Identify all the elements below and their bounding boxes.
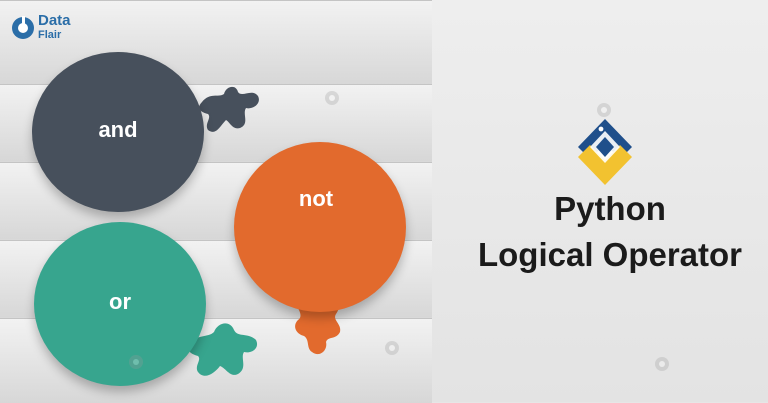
or-label: or	[109, 289, 131, 314]
watermark	[384, 336, 454, 366]
dataflair-logo-icon	[12, 16, 34, 39]
dataflair-watermark-icon	[655, 357, 669, 371]
python-logo-icon	[578, 119, 632, 185]
dataflair-watermark-icon	[325, 91, 339, 105]
not-label: not	[298, 186, 334, 211]
dataflair-watermark-icon	[385, 341, 399, 355]
page-title-line2: Logical Operator	[477, 236, 743, 273]
watermark	[324, 86, 394, 116]
and-operator-circle: and	[32, 52, 204, 212]
dark-splat	[199, 86, 259, 132]
watermark	[654, 352, 724, 382]
and-label: and	[98, 117, 138, 142]
brand-name: Data	[38, 12, 71, 29]
page-title-line1: Python	[554, 190, 666, 227]
brand-subname: Flair	[38, 29, 62, 41]
banner: Data Flair and not or Python Logical Ope…	[0, 0, 768, 403]
dataflair-watermark-icon	[129, 355, 143, 369]
dataflair-watermark-icon	[597, 103, 611, 117]
not-operator-circle: not	[234, 142, 406, 312]
brand-logo: Data Flair	[8, 8, 98, 50]
watermark	[128, 350, 198, 380]
